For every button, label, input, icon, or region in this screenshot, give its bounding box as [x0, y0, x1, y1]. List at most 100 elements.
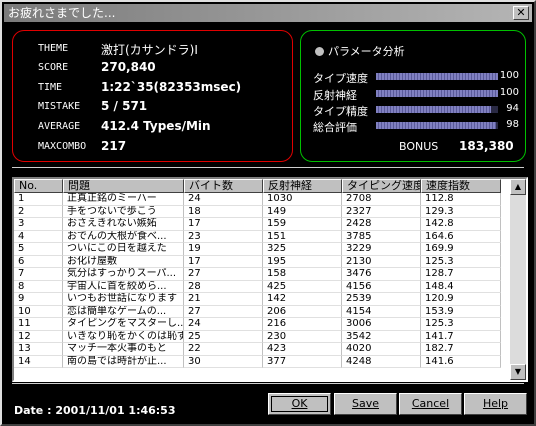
table-cell: 142 [263, 293, 342, 306]
table-cell: 148.4 [421, 280, 501, 293]
ok-button[interactable]: OK [268, 393, 331, 415]
scroll-down-button[interactable]: ▼ [510, 364, 526, 380]
average-value: 412.4 Types/Min [101, 119, 211, 133]
table-row[interactable]: 12 いきなり恥をかくのは恥ず... 25 230 3542 141.7 [14, 330, 501, 343]
table-cell: 6 [14, 255, 63, 268]
table-cell: 4156 [342, 280, 421, 293]
table-cell: 230 [263, 330, 342, 343]
help-button[interactable]: Help [464, 393, 527, 415]
save-button[interactable]: Save [334, 393, 397, 415]
param-row: タイプ速度 100 [313, 70, 519, 85]
parameter-panel: パラメータ分析 タイプ速度 100 反射神経 100 タイプ精度 94 総合評価… [300, 30, 526, 162]
table-cell: 142.8 [421, 218, 501, 231]
table-cell: 27 [184, 305, 263, 318]
table-cell: 4020 [342, 343, 421, 356]
mistake-label: MISTAKE [38, 101, 81, 112]
table-cell: 23 [184, 230, 263, 243]
table-row[interactable]: 3 おさえきれない嫉妬 17 159 2428 142.8 [14, 218, 501, 231]
maxcombo-label: MAXCOMBO [38, 141, 87, 152]
param-bar-fill [376, 73, 498, 80]
table-row[interactable]: 14 南の島では時計が止... 30 377 4248 141.6 [14, 355, 501, 368]
table-cell: 3006 [342, 318, 421, 331]
table-row[interactable]: 8 宇宙人に首を絞めら... 28 425 4156 148.4 [14, 280, 501, 293]
table-cell: 128.7 [421, 268, 501, 281]
table-row[interactable]: 6 お化け屋敷 17 195 2130 125.3 [14, 255, 501, 268]
table-cell: 3785 [342, 230, 421, 243]
table-cell: 22 [184, 343, 263, 356]
param-row: タイプ精度 94 [313, 103, 519, 118]
table-cell: 8 [14, 280, 63, 293]
table-cell: 195 [263, 255, 342, 268]
table-cell: ついにこの日を越えた [63, 243, 184, 256]
table-cell: 216 [263, 318, 342, 331]
table-cell: 377 [263, 355, 342, 368]
table-cell: 129.3 [421, 205, 501, 218]
date-text: Date : 2001/11/01 1:46:53 [14, 404, 176, 417]
table-row[interactable]: 9 いつもお世話になります 21 142 2539 120.9 [14, 293, 501, 306]
table-cell: 141.6 [421, 355, 501, 368]
table-cell: 17 [184, 255, 263, 268]
table-cell: 24 [184, 318, 263, 331]
table-cell: 気分はすっかりスーパ... [63, 268, 184, 281]
column-header[interactable]: No. [14, 179, 63, 193]
scroll-up-button[interactable]: ▲ [510, 179, 526, 195]
param-row: 総合評価 98 [313, 119, 519, 134]
table-row[interactable]: 4 おでんの大根が食べ... 23 151 3785 164.6 [14, 230, 501, 243]
bonus-label: BONUS [399, 140, 439, 153]
result-panel: THEME 激打(カサンドラ)Ⅰ SCORE 270,840 TIME 1:22… [12, 30, 293, 162]
table-row[interactable]: 5 ついにこの日を越えた 19 325 3229 169.9 [14, 243, 501, 256]
column-header[interactable]: タイピング速度 [342, 179, 421, 193]
table-row[interactable]: 7 気分はすっかりスーパ... 27 158 3476 128.7 [14, 268, 501, 281]
table-cell: 425 [263, 280, 342, 293]
column-header[interactable]: 反射神経 [263, 179, 342, 193]
table-row[interactable]: 2 手をつないで歩こう 18 149 2327 129.3 [14, 205, 501, 218]
close-icon: ✕ [516, 6, 526, 19]
table-cell: 2708 [342, 193, 421, 206]
table-cell: 11 [14, 318, 63, 331]
table-cell: マッチ一本火事のもと [63, 343, 184, 356]
table-cell: いつもお世話になります [63, 293, 184, 306]
table-row[interactable]: 1 正真正銘のミーハー 24 1030 2708 112.8 [14, 193, 501, 206]
results-table[interactable]: No. 問題 バイト数 反射神経 タイピング速度 速度指数 1 正真正銘のミーハー 24 103… [12, 177, 528, 382]
table-cell: 24 [184, 193, 263, 206]
table-cell: 宇宙人に首を絞めら... [63, 280, 184, 293]
table-cell: 325 [263, 243, 342, 256]
table-cell: 14 [14, 355, 63, 368]
table-cell: 18 [184, 205, 263, 218]
close-button[interactable]: ✕ [513, 6, 529, 20]
arrow-down-icon: ▼ [514, 367, 522, 376]
window-title: お疲れさまでした... [8, 6, 116, 20]
title-bar[interactable]: お疲れさまでした... ✕ [4, 4, 532, 22]
table-cell: 149 [263, 205, 342, 218]
column-header[interactable]: バイト数 [184, 179, 263, 193]
table-cell: 7 [14, 268, 63, 281]
vertical-scrollbar[interactable]: ▲ ▼ [510, 179, 526, 380]
theme-label: THEME [38, 43, 69, 54]
table-cell: 164.6 [421, 230, 501, 243]
column-header[interactable]: 速度指数 [421, 179, 501, 193]
table-cell: 19 [184, 243, 263, 256]
param-label: 反射神経 [313, 89, 357, 102]
table-cell: 手をつないで歩こう [63, 205, 184, 218]
table-cell: 17 [184, 218, 263, 231]
table-cell: 4154 [342, 305, 421, 318]
param-bar-track [376, 73, 498, 80]
param-row: 反射神経 100 [313, 87, 519, 102]
table-row[interactable]: 10 恋は簡単なゲームの... 27 206 4154 153.9 [14, 305, 501, 318]
param-label: 総合評価 [313, 121, 357, 134]
table-cell: 4 [14, 230, 63, 243]
table-cell: 13 [14, 343, 63, 356]
time-label: TIME [38, 82, 63, 93]
bonus-value: 183,380 [459, 139, 514, 153]
table-cell: 125.3 [421, 255, 501, 268]
mistake-value: 5 / 571 [101, 99, 148, 113]
table-cell: 2428 [342, 218, 421, 231]
score-label: SCORE [38, 62, 69, 73]
cancel-button[interactable]: Cancel [399, 393, 462, 415]
column-header[interactable]: 問題 [63, 179, 184, 193]
table-cell: タイピングをマスターし... [63, 318, 184, 331]
table-row[interactable]: 11 タイピングをマスターし... 24 216 3006 125.3 [14, 318, 501, 331]
theme-value: 激打(カサンドラ)Ⅰ [101, 43, 198, 57]
table-cell: 125.3 [421, 318, 501, 331]
table-row[interactable]: 13 マッチ一本火事のもと 22 423 4020 182.7 [14, 343, 501, 356]
